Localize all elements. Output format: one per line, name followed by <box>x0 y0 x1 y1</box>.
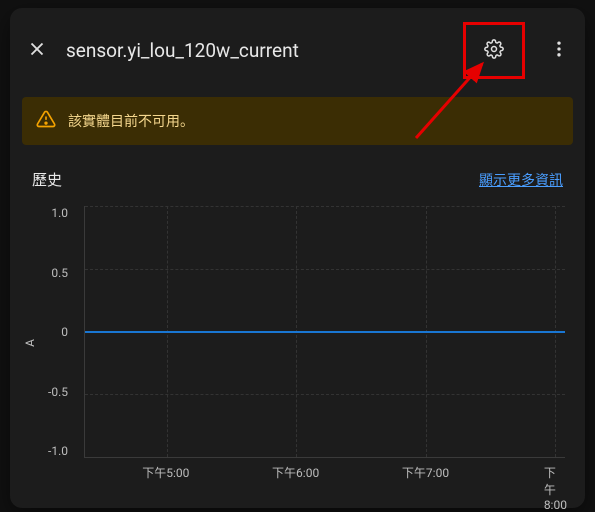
gear-icon <box>484 39 504 62</box>
warning-icon <box>36 109 56 133</box>
entity-dialog: sensor.yi_lou_120w_current 該實體目前不可用。 歷 <box>10 8 585 508</box>
settings-highlight-box <box>463 22 525 79</box>
y-tick: 1.0 <box>51 206 68 220</box>
gridline-h <box>85 269 565 270</box>
warning-text: 該實體目前不可用。 <box>68 111 194 131</box>
dots-vertical-icon <box>549 39 569 62</box>
history-section-header: 歷史 顯示更多資訊 <box>10 169 585 198</box>
dialog-header: sensor.yi_lou_120w_current <box>10 8 585 97</box>
history-title: 歷史 <box>32 169 62 190</box>
settings-button[interactable] <box>478 33 510 68</box>
more-button[interactable] <box>545 33 573 68</box>
y-tick: -0.5 <box>48 385 68 399</box>
plot-area[interactable] <box>84 206 565 458</box>
dialog-title: sensor.yi_lou_120w_current <box>66 39 449 62</box>
warning-banner: 該實體目前不可用。 <box>22 97 573 145</box>
x-tick: 下午8:00 <box>544 464 567 512</box>
y-tick: 0.5 <box>51 266 68 280</box>
gridline-h <box>85 394 565 395</box>
history-chart: A 1.0 0.5 0 -0.5 -1.0 下午5:00 下午6:00 下午7:… <box>22 198 573 488</box>
more-info-link[interactable]: 顯示更多資訊 <box>479 170 563 190</box>
x-axis: 下午5:00 下午6:00 下午7:00 下午8:00 <box>84 464 565 484</box>
gridline-h <box>85 206 565 207</box>
y-tick: 0 <box>61 325 68 339</box>
close-icon <box>26 38 48 63</box>
close-button[interactable] <box>22 34 52 67</box>
chart-series-line <box>85 331 565 333</box>
y-axis: 1.0 0.5 0 -0.5 -1.0 <box>22 206 78 458</box>
x-tick: 下午6:00 <box>272 464 319 481</box>
x-tick: 下午7:00 <box>402 464 449 481</box>
y-tick: -1.0 <box>48 444 68 458</box>
x-tick: 下午5:00 <box>142 464 189 481</box>
